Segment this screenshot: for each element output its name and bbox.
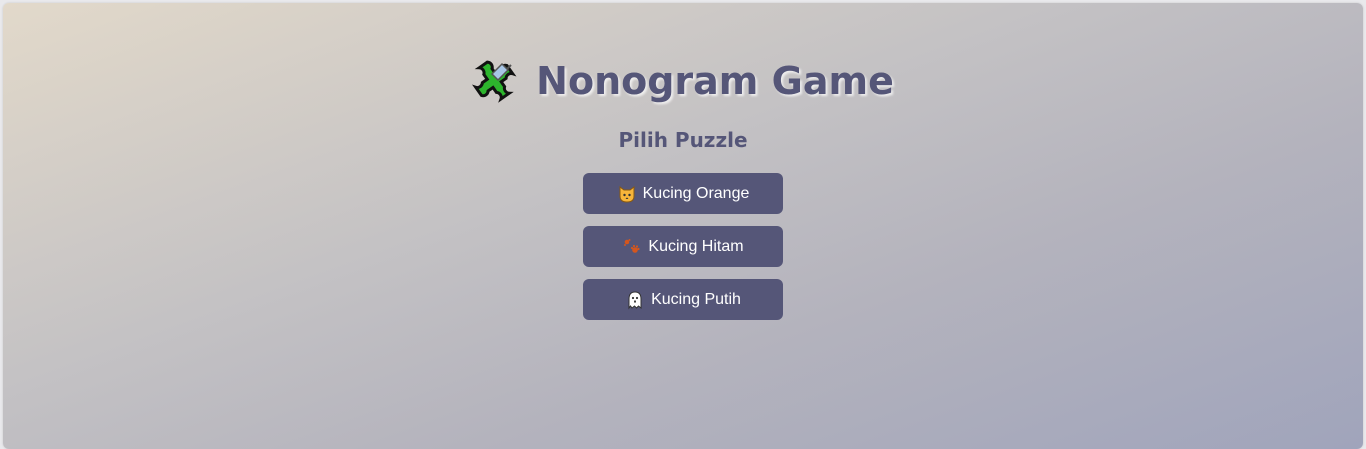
puzzle-button-label: Kucing Hitam bbox=[648, 237, 744, 255]
puzzle-button-kucing-putih[interactable]: Kucing Putih bbox=[583, 279, 783, 320]
puzzle-button-label: Kucing Orange bbox=[642, 184, 750, 202]
page-title: Nonogram Game bbox=[536, 59, 894, 103]
puzzle-menu: Kucing Orange Kucing Hitam Kucing Putih bbox=[583, 173, 783, 320]
puzzle-button-label: Kucing Putih bbox=[651, 290, 741, 308]
puzzle-piece-icon bbox=[472, 56, 522, 106]
game-container: Nonogram Game Pilih Puzzle Kucing Orange bbox=[3, 3, 1363, 449]
puzzle-select-heading: Pilih Puzzle bbox=[618, 128, 748, 152]
cat-face-icon bbox=[617, 184, 637, 204]
paw-prints-icon bbox=[622, 237, 642, 257]
title-row: Nonogram Game bbox=[3, 56, 1363, 106]
ghost-icon bbox=[625, 290, 645, 310]
puzzle-button-kucing-orange[interactable]: Kucing Orange bbox=[583, 173, 783, 214]
puzzle-button-kucing-hitam[interactable]: Kucing Hitam bbox=[583, 226, 783, 267]
